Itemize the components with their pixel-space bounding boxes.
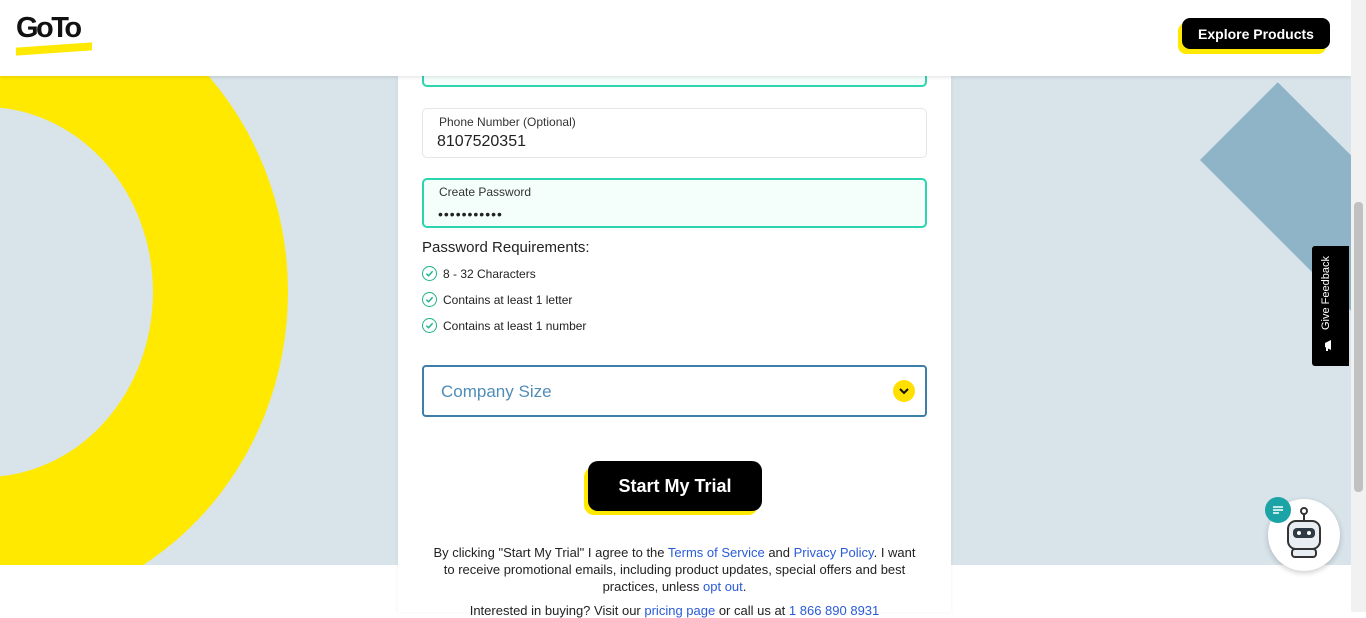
start-my-trial-button[interactable]: Start My Trial — [588, 461, 762, 511]
check-circle-icon — [422, 318, 437, 333]
sales-phone-link[interactable]: 1 866 890 8931 — [789, 603, 879, 618]
privacy-policy-link[interactable]: Privacy Policy — [794, 545, 874, 560]
requirement-text: Contains at least 1 letter — [443, 292, 573, 307]
page-scrollbar[interactable] — [1351, 0, 1366, 612]
company-size-placeholder: Company Size — [441, 382, 552, 401]
requirement-text: 8 - 32 Characters — [443, 266, 536, 281]
legal-text: . — [742, 579, 747, 594]
password-requirements-title: Password Requirements: — [422, 239, 590, 256]
requirement-item: Contains at least 1 letter — [422, 292, 572, 307]
phone-number-label: Phone Number (Optional) — [439, 115, 576, 129]
legal-text: and — [764, 545, 794, 560]
requirement-text: Contains at least 1 number — [443, 318, 587, 333]
terms-of-service-link[interactable]: Terms of Service — [668, 545, 765, 560]
phone-number-value[interactable]: 8107520351 — [437, 133, 526, 151]
goto-logo[interactable]: GoTo — [16, 12, 92, 56]
chevron-down-icon — [893, 380, 915, 402]
legal-text: or call us at — [715, 603, 789, 618]
password-value[interactable]: ••••••••••• — [438, 206, 503, 222]
site-header: GoTo Explore Products — [0, 0, 1351, 76]
buying-info-text: Interested in buying? Visit our pricing … — [422, 603, 927, 618]
requirement-item: Contains at least 1 number — [422, 318, 586, 333]
megaphone-icon — [1323, 338, 1337, 355]
legal-text: Interested in buying? Visit our — [469, 603, 645, 618]
opt-out-link[interactable]: opt out — [703, 579, 743, 594]
chat-bubble-icon[interactable] — [1265, 497, 1291, 523]
legal-text: By clicking "Start My Trial" I agree to … — [433, 545, 668, 560]
pricing-page-link[interactable]: pricing page — [644, 603, 715, 618]
company-size-select[interactable]: Company Size — [422, 365, 927, 417]
explore-products-button[interactable]: Explore Products — [1182, 18, 1330, 49]
start-trial-wrapper: Start My Trial — [584, 461, 762, 515]
give-feedback-label: Give Feedback — [1320, 256, 1332, 330]
signup-form-card: Phone Number (Optional) 8107520351 Creat… — [398, 0, 951, 618]
logo-underline — [16, 42, 92, 56]
check-circle-icon — [422, 292, 437, 307]
check-circle-icon — [422, 266, 437, 281]
phone-number-field[interactable]: Phone Number (Optional) 8107520351 — [422, 108, 927, 158]
password-field[interactable]: Create Password ••••••••••• — [422, 178, 927, 228]
decorative-yellow-ring — [0, 0, 288, 565]
password-label: Create Password — [439, 185, 532, 199]
explore-products-wrapper: Explore Products — [1178, 18, 1330, 54]
requirement-item: 8 - 32 Characters — [422, 266, 536, 281]
scrollbar-thumb[interactable] — [1354, 202, 1363, 492]
give-feedback-tab[interactable]: Give Feedback — [1312, 246, 1349, 366]
logo-text: GoTo — [16, 12, 82, 44]
legal-consent-text: By clicking "Start My Trial" I agree to … — [430, 544, 919, 595]
